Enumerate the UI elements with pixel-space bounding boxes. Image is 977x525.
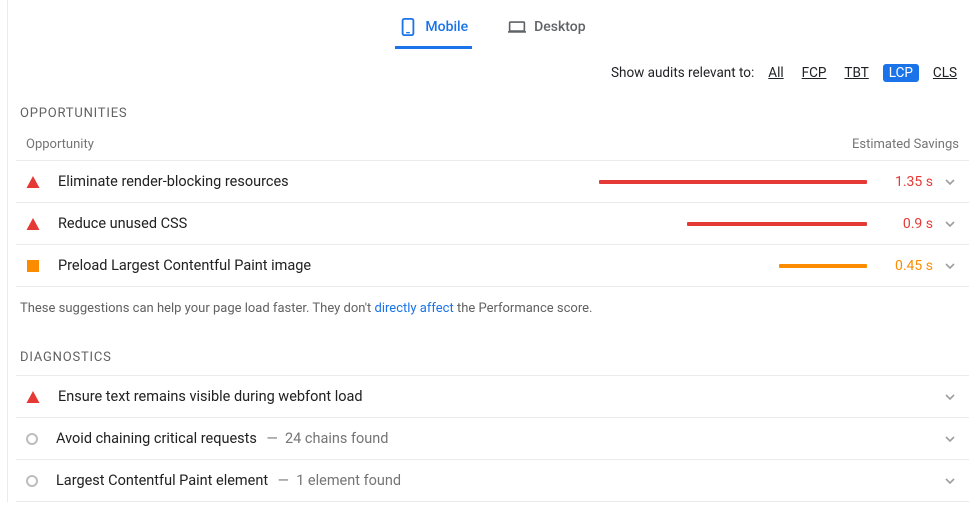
- filter-tbt[interactable]: TBT: [840, 64, 872, 82]
- audit-filter-label: Show audits relevant to:: [611, 65, 754, 81]
- diagnostic-detail: — 24 chains found: [263, 430, 389, 447]
- savings-bar: [599, 264, 867, 268]
- filter-cls[interactable]: CLS: [929, 64, 961, 82]
- tab-mobile-label: Mobile: [425, 19, 468, 35]
- opportunities-section: OPPORTUNITIES Opportunity Estimated Savi…: [8, 82, 977, 326]
- filter-fcp[interactable]: FCP: [798, 64, 831, 82]
- opportunity-row[interactable]: Preload Largest Contentful Paint image 0.…: [16, 245, 969, 287]
- chevron-down-icon: [941, 260, 959, 272]
- savings-value: 0.9 s: [881, 216, 933, 232]
- opportunity-title: Eliminate render-blocking resources: [58, 173, 289, 190]
- chevron-down-icon: [941, 176, 959, 188]
- diagnostics-section: DIAGNOSTICS Ensure text remains visible …: [8, 326, 977, 502]
- diagnostic-detail: — 1 element found: [274, 472, 401, 489]
- tab-desktop[interactable]: Desktop: [504, 12, 589, 49]
- diagnostic-title: Ensure text remains visible during webfo…: [58, 388, 363, 405]
- opp-header-right: Estimated Savings: [852, 137, 959, 152]
- diagnostic-row[interactable]: Ensure text remains visible during webfo…: [16, 376, 969, 418]
- circle-icon: [26, 475, 38, 487]
- diagnostic-title: Avoid chaining critical requests: [56, 430, 257, 447]
- diagnostic-row[interactable]: Largest Contentful Paint element — 1 ele…: [16, 460, 969, 502]
- diagnostic-row[interactable]: Avoid chaining critical requests — 24 ch…: [16, 418, 969, 460]
- filter-all[interactable]: All: [764, 64, 787, 82]
- opportunity-title: Preload Largest Contentful Paint image: [58, 257, 311, 274]
- chevron-down-icon: [941, 218, 959, 230]
- savings-bar: [599, 222, 867, 226]
- audit-filter: Show audits relevant to: All FCP TBT LCP…: [8, 50, 977, 82]
- circle-icon: [26, 433, 38, 445]
- triangle-icon: [26, 175, 40, 189]
- diagnostics-title: DIAGNOSTICS: [16, 326, 969, 375]
- savings-value: 0.45 s: [881, 258, 933, 274]
- mobile-icon: [399, 18, 417, 36]
- note-link[interactable]: directly affect: [375, 301, 454, 316]
- tab-desktop-label: Desktop: [534, 19, 585, 35]
- chevron-down-icon: [941, 475, 959, 487]
- opportunity-row[interactable]: Eliminate render-blocking resources 1.35 …: [16, 161, 969, 203]
- opp-header-left: Opportunity: [26, 137, 94, 152]
- note-after: the Performance score.: [454, 301, 593, 316]
- opportunity-title: Reduce unused CSS: [58, 215, 187, 232]
- desktop-icon: [508, 18, 526, 36]
- opportunities-title: OPPORTUNITIES: [16, 82, 969, 131]
- diagnostic-title: Largest Contentful Paint element: [56, 472, 268, 489]
- savings-bar: [599, 180, 867, 184]
- opportunity-row[interactable]: Reduce unused CSS 0.9 s: [16, 203, 969, 245]
- triangle-icon: [26, 390, 40, 404]
- opportunities-header: Opportunity Estimated Savings: [16, 131, 969, 161]
- opportunities-note: These suggestions can help your page loa…: [16, 287, 969, 326]
- device-tabs: Mobile Desktop: [8, 0, 977, 50]
- filter-lcp[interactable]: LCP: [883, 64, 919, 82]
- chevron-down-icon: [941, 433, 959, 445]
- chevron-down-icon: [941, 391, 959, 403]
- note-before: These suggestions can help your page loa…: [20, 301, 375, 316]
- savings-value: 1.35 s: [881, 174, 933, 190]
- square-icon: [27, 260, 39, 272]
- triangle-icon: [26, 217, 40, 231]
- tab-mobile[interactable]: Mobile: [395, 12, 472, 49]
